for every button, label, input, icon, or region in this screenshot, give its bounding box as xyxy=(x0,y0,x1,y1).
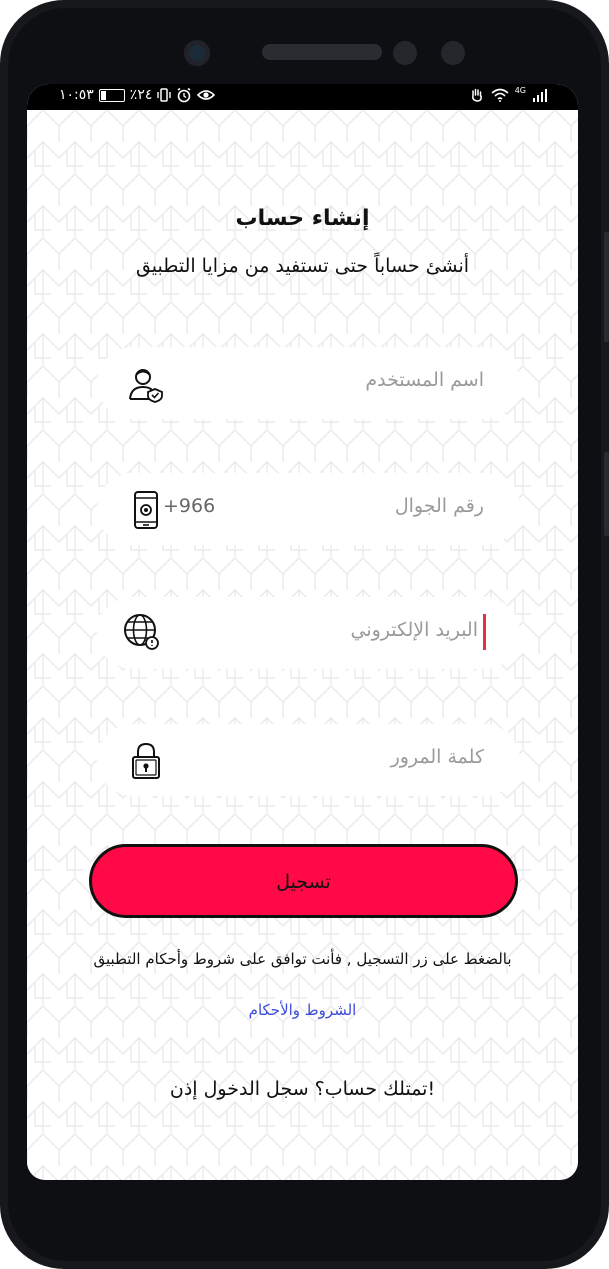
earpiece-speaker xyxy=(262,44,382,60)
terms-notice: بالضغط على زر التسجيل , فأنت توافق على ش… xyxy=(93,950,512,968)
alarm-icon xyxy=(177,87,191,103)
user-shield-icon xyxy=(129,369,163,403)
username-placeholder: اسم المستخدم xyxy=(365,369,484,391)
status-time: ١٠:٥٣ xyxy=(59,87,94,103)
app-screen: ١٠:٥٣ ٪٢٤ 4G إنشاء حساب أنشئ حساباً حتى … xyxy=(27,84,578,1180)
volume-button xyxy=(604,232,609,342)
hand-icon xyxy=(471,88,482,102)
password-field[interactable]: كلمة المرور xyxy=(97,724,520,796)
phone-frame: ١٠:٥٣ ٪٢٤ 4G إنشاء حساب أنشئ حساباً حتى … xyxy=(0,0,609,1269)
email-field[interactable]: البريد الإلكتروني xyxy=(97,597,520,669)
login-link[interactable]: تمتلك حساب؟ سجل الدخول إذن! xyxy=(27,1078,578,1100)
network-type: 4G xyxy=(514,85,526,95)
phone-placeholder: رقم الجوال xyxy=(394,495,484,517)
terms-link[interactable]: الشروط والأحكام xyxy=(27,1001,578,1019)
battery-percent: ٪٢٤ xyxy=(129,87,153,103)
front-camera xyxy=(184,40,210,66)
light-sensor xyxy=(441,41,465,65)
register-button[interactable]: تسجيل xyxy=(89,844,518,918)
battery-icon xyxy=(98,88,125,102)
wifi-icon xyxy=(491,88,509,102)
username-field[interactable]: اسم المستخدم xyxy=(97,347,520,419)
globe-icon xyxy=(124,614,159,650)
vibrate-icon xyxy=(157,88,172,102)
eye-icon xyxy=(197,90,216,100)
text-cursor xyxy=(483,614,486,650)
page-title: إنشاء حساب xyxy=(235,206,370,231)
register-button-label: تسجيل xyxy=(276,871,331,893)
password-placeholder: كلمة المرور xyxy=(390,746,484,768)
status-bar: ١٠:٥٣ ٪٢٤ 4G xyxy=(27,84,578,110)
signup-form-container: إنشاء حساب أنشئ حساباً حتى تستفيد من مزا… xyxy=(27,110,578,1180)
page-subtitle: أنشئ حساباً حتى تستفيد من مزايا التطبيق xyxy=(135,255,470,277)
country-code-prefix: +966 xyxy=(163,495,216,517)
power-button xyxy=(604,452,609,536)
phone-field[interactable]: +966 رقم الجوال xyxy=(97,473,520,545)
email-placeholder: البريد الإلكتروني xyxy=(350,619,479,641)
padlock-icon xyxy=(132,742,160,779)
proximity-sensor xyxy=(393,41,417,65)
signal-icon xyxy=(533,89,547,102)
smartphone-icon xyxy=(134,491,158,529)
